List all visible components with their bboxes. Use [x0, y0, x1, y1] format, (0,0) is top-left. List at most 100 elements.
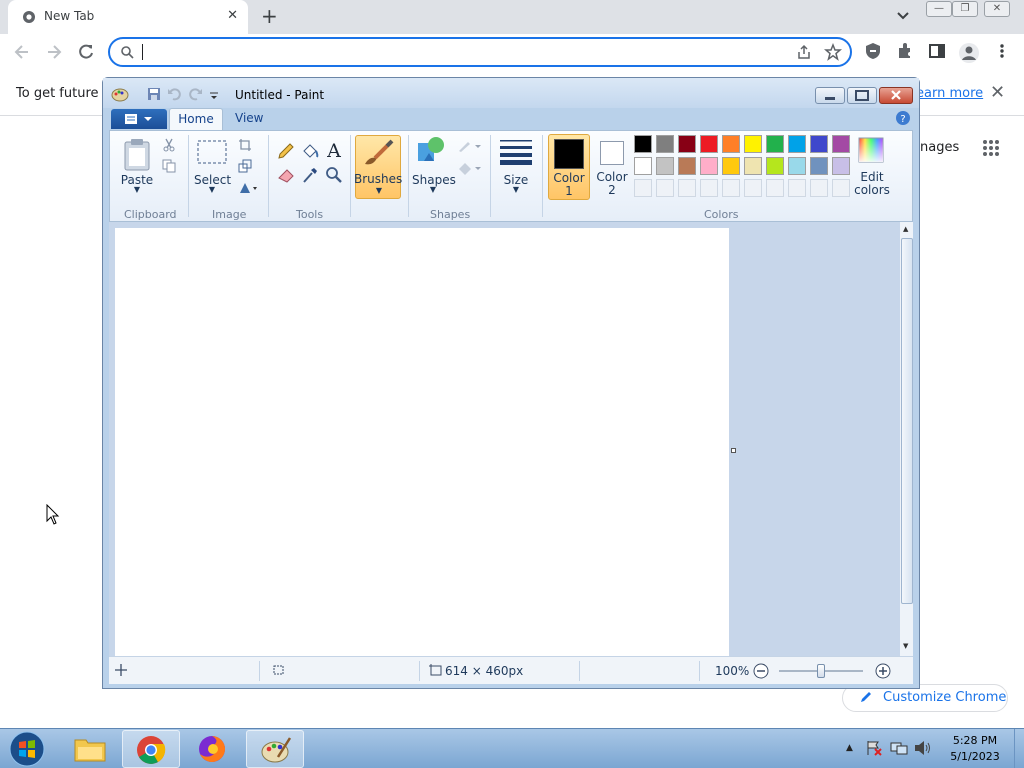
palette-swatch[interactable] — [766, 135, 784, 153]
palette-custom-slot[interactable] — [656, 179, 674, 197]
zoom-slider[interactable] — [779, 664, 863, 678]
show-desktop-button[interactable] — [1014, 729, 1024, 768]
paint-maximize-button[interactable] — [847, 87, 877, 104]
tab-search-icon[interactable] — [896, 9, 910, 26]
palette-custom-slot[interactable] — [766, 179, 784, 197]
palette-swatch[interactable] — [700, 157, 718, 175]
palette-swatch[interactable] — [744, 157, 762, 175]
color2-swatch[interactable] — [600, 141, 624, 165]
palette-swatch[interactable] — [744, 135, 762, 153]
eraser-tool-icon[interactable] — [276, 165, 296, 188]
color2-label[interactable]: Color — [592, 170, 632, 184]
palette-custom-slot[interactable] — [700, 179, 718, 197]
size-dropdown-icon[interactable]: ▼ — [511, 185, 521, 194]
google-apps-icon[interactable] — [982, 139, 1000, 160]
canvas-resize-handle[interactable] — [731, 448, 736, 453]
zoom-slider-thumb[interactable] — [817, 664, 825, 678]
tab-home[interactable]: Home — [169, 108, 223, 131]
learn-more-link[interactable]: earn more — [916, 86, 983, 101]
network-icon[interactable] — [890, 740, 908, 759]
palette-swatch[interactable] — [788, 135, 806, 153]
side-panel-icon[interactable] — [928, 42, 946, 63]
palette-swatch[interactable] — [722, 157, 740, 175]
palette-swatch[interactable] — [656, 135, 674, 153]
back-icon[interactable] — [12, 42, 32, 65]
bookmark-star-icon[interactable] — [824, 42, 842, 64]
show-hidden-icons-icon[interactable]: ▲ — [846, 743, 853, 753]
palette-swatch[interactable] — [766, 157, 784, 175]
palette-swatch[interactable] — [656, 157, 674, 175]
new-tab-button[interactable]: + — [261, 5, 278, 27]
resize-icon[interactable] — [238, 159, 252, 176]
close-button[interactable]: ✕ — [984, 1, 1010, 17]
shield-extension-icon[interactable] — [864, 42, 882, 63]
shapes-icon[interactable] — [416, 135, 448, 168]
customize-qat-icon[interactable] — [209, 90, 219, 104]
palette-swatch[interactable] — [700, 135, 718, 153]
paint-close-button[interactable] — [879, 87, 913, 104]
palette-custom-slot[interactable] — [634, 179, 652, 197]
palette-custom-slot[interactable] — [722, 179, 740, 197]
palette-swatch[interactable] — [810, 157, 828, 175]
taskbar-firefox[interactable] — [184, 730, 242, 768]
paste-icon[interactable] — [122, 137, 152, 174]
palette-swatch[interactable] — [634, 135, 652, 153]
fill-tool-icon[interactable] — [300, 141, 320, 164]
restore-button[interactable]: ❐ — [952, 1, 978, 17]
scroll-down-icon[interactable]: ▼ — [903, 642, 908, 650]
edit-colors-label-2[interactable]: colors — [850, 183, 894, 197]
tab-new-tab[interactable]: New Tab ✕ — [8, 0, 248, 34]
scroll-up-icon[interactable]: ▲ — [903, 225, 908, 233]
paint-title-bar[interactable]: Untitled - Paint — [103, 78, 919, 108]
minimize-button[interactable]: — — [926, 1, 952, 17]
palette-swatch[interactable] — [832, 135, 850, 153]
outline-icon[interactable] — [456, 139, 482, 156]
brushes-button[interactable]: Brushes ▼ — [354, 135, 402, 199]
shapes-dropdown-icon[interactable]: ▼ — [428, 185, 438, 194]
tab-close-icon[interactable]: ✕ — [227, 8, 238, 23]
zoom-out-icon[interactable] — [753, 663, 769, 682]
palette-swatch[interactable] — [678, 157, 696, 175]
palette-swatch[interactable] — [788, 157, 806, 175]
cut-icon[interactable] — [162, 138, 176, 155]
paint-minimize-button[interactable] — [815, 87, 845, 104]
undo-icon[interactable] — [167, 87, 181, 104]
help-icon[interactable]: ? — [895, 110, 911, 129]
select-icon[interactable] — [196, 139, 228, 168]
paste-dropdown-icon[interactable]: ▼ — [132, 185, 142, 194]
palette-custom-slot[interactable] — [832, 179, 850, 197]
crop-icon[interactable] — [238, 138, 252, 155]
chrome-menu-icon[interactable] — [996, 42, 1008, 63]
save-icon[interactable] — [147, 87, 161, 104]
taskbar-paint[interactable] — [246, 730, 304, 768]
text-tool-icon[interactable]: A — [324, 139, 344, 164]
copy-icon[interactable] — [162, 159, 176, 176]
profile-avatar-icon[interactable] — [958, 42, 980, 67]
edit-colors-icon[interactable] — [858, 137, 884, 166]
palette-swatch[interactable] — [810, 135, 828, 153]
color2-number[interactable]: 2 — [592, 183, 632, 197]
rotate-icon[interactable] — [238, 181, 258, 198]
address-bar[interactable] — [108, 37, 852, 67]
volume-icon[interactable] — [914, 740, 932, 759]
palette-swatch[interactable] — [722, 135, 740, 153]
system-clock[interactable]: 5:28 PM 5/1/2023 — [940, 733, 1010, 765]
start-button[interactable] — [8, 731, 46, 768]
magnifier-icon[interactable] — [324, 165, 344, 188]
size-icon[interactable] — [500, 139, 532, 168]
vertical-scrollbar[interactable]: ▲ ▼ — [899, 222, 913, 656]
images-link[interactable]: nages — [920, 140, 959, 155]
scrollbar-thumb[interactable] — [901, 238, 913, 604]
info-bar-close-icon[interactable]: ✕ — [990, 82, 1005, 103]
color1-button[interactable]: Color 1 — [548, 134, 590, 200]
file-menu-button[interactable] — [111, 109, 167, 129]
pencil-tool-icon[interactable] — [276, 141, 296, 164]
action-center-flag-icon[interactable] — [866, 740, 882, 759]
palette-swatch[interactable] — [832, 157, 850, 175]
palette-custom-slot[interactable] — [744, 179, 762, 197]
share-icon[interactable] — [796, 44, 812, 63]
reload-icon[interactable] — [76, 42, 96, 65]
tab-view[interactable]: View — [235, 111, 263, 125]
palette-custom-slot[interactable] — [788, 179, 806, 197]
palette-swatch[interactable] — [634, 157, 652, 175]
